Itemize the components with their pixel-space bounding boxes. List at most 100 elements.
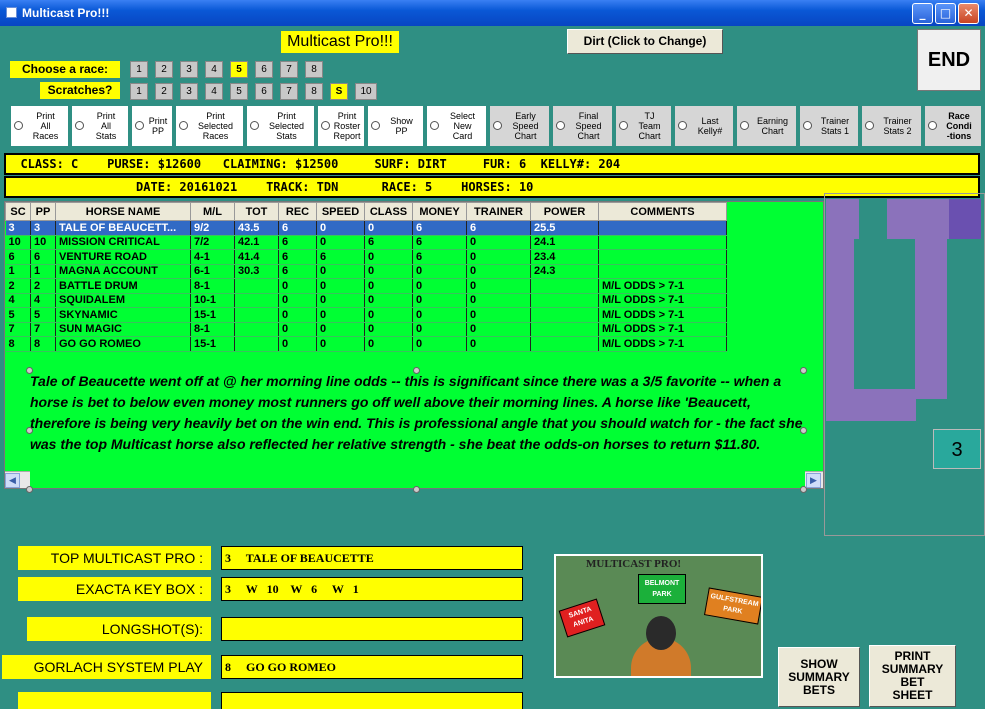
print-summary-bet-sheet-button[interactable]: PRINT SUMMARY BET SHEET [869, 645, 956, 707]
show-summary-bets-button[interactable]: SHOW SUMMARY BETS [778, 647, 860, 707]
option-12[interactable]: Earning Chart [737, 106, 796, 146]
option-5[interactable]: Print Roster Report [318, 106, 364, 146]
race-button-4[interactable]: 4 [205, 61, 223, 78]
resize-handle[interactable] [26, 427, 33, 434]
longshot-value[interactable] [221, 617, 523, 641]
table-row[interactable]: 1 1 MAGNA ACCOUNT 6-1 30.3 6 0 0 0 0 24.3 [5, 264, 727, 279]
option-15[interactable]: Race Condi -tions [925, 106, 981, 146]
option-1[interactable]: Print All Stats [72, 106, 128, 146]
radio-icon[interactable] [75, 121, 84, 130]
scratch-button-10[interactable]: 10 [355, 83, 377, 100]
resize-handle[interactable] [26, 367, 33, 374]
race-button-5[interactable]: 5 [230, 61, 248, 78]
radio-icon[interactable] [678, 121, 687, 130]
option-label: Print All Races [32, 111, 59, 141]
table-row[interactable]: 8 8 GO GO ROMEO 15-1 0 0 0 0 0 M/L ODDS > 7-1 [5, 336, 727, 352]
option-14[interactable]: Trainer Stats 2 [862, 106, 921, 146]
resize-handle[interactable] [413, 367, 420, 374]
gorlach-value[interactable]: 8 GO GO ROMEO [221, 655, 523, 679]
column-header-speed[interactable]: SPEED [316, 202, 365, 221]
top-multicast-value[interactable]: 3 TALE OF BEAUCETTE [221, 546, 523, 570]
radio-icon[interactable] [135, 121, 144, 130]
radio-icon[interactable] [556, 121, 565, 130]
column-header-horse-name[interactable]: HORSE NAME [55, 202, 191, 221]
column-header-class[interactable]: CLASS [364, 202, 413, 221]
radio-icon[interactable] [250, 121, 259, 130]
column-header-sc[interactable]: SC [5, 202, 31, 221]
race-button-8[interactable]: 8 [305, 61, 323, 78]
resize-handle[interactable] [26, 486, 33, 493]
scroll-right-icon[interactable]: ▶ [806, 473, 821, 488]
scratch-button-6[interactable]: 6 [255, 83, 273, 100]
option-2[interactable]: Print PP [132, 106, 172, 146]
scratch-button-1[interactable]: 1 [130, 83, 148, 100]
column-header-power[interactable]: POWER [530, 202, 599, 221]
table-row[interactable]: 4 4 SQUIDALEM 10-1 0 0 0 0 0 M/L ODDS > 7-1 [5, 293, 727, 308]
column-header-trainer[interactable]: TRAINER [466, 202, 531, 221]
scratch-button-S[interactable]: S [330, 83, 348, 100]
scratch-button-8[interactable]: 8 [305, 83, 323, 100]
race-button-3[interactable]: 3 [180, 61, 198, 78]
option-9[interactable]: Final Speed Chart [553, 106, 612, 146]
option-0[interactable]: Print All Races [11, 106, 68, 146]
radio-icon[interactable] [14, 121, 23, 130]
race-button-7[interactable]: 7 [280, 61, 298, 78]
table-cell: M/L ODDS > 7-1 [598, 293, 727, 308]
radio-icon[interactable] [321, 121, 330, 130]
choose-race-label: Choose a race: [10, 61, 120, 78]
race-button-2[interactable]: 2 [155, 61, 173, 78]
option-8[interactable]: Early Speed Chart [490, 106, 549, 146]
table-cell: 5 [30, 307, 56, 323]
radio-icon[interactable] [179, 121, 188, 130]
option-3[interactable]: Print Selected Races [176, 106, 243, 146]
scratch-button-4[interactable]: 4 [205, 83, 223, 100]
table-cell: 6 [278, 249, 317, 265]
option-4[interactable]: Print Selected Stats [247, 106, 314, 146]
resize-handle[interactable] [800, 367, 807, 374]
column-header-rec[interactable]: REC [278, 202, 317, 221]
column-header-tot[interactable]: TOT [234, 202, 279, 221]
radio-icon[interactable] [430, 121, 439, 130]
radio-icon[interactable] [371, 121, 380, 130]
maximize-icon[interactable]: □ [935, 3, 956, 24]
option-10[interactable]: TJ Team Chart [616, 106, 671, 146]
end-button[interactable]: END [917, 29, 981, 91]
table-row[interactable]: 6 6 VENTURE ROAD 4-1 41.4 6 6 0 6 0 23.4 [5, 249, 727, 265]
table-row[interactable]: 5 5 SKYNAMIC 15-1 0 0 0 0 0 M/L ODDS > 7-1 [5, 307, 727, 323]
radio-icon[interactable] [740, 121, 749, 130]
table-row[interactable]: 7 7 SUN MAGIC 8-1 0 0 0 0 0 M/L ODDS > 7-1 [5, 322, 727, 337]
scratch-button-2[interactable]: 2 [155, 83, 173, 100]
race-button-6[interactable]: 6 [255, 61, 273, 78]
table-row[interactable]: 3 3 TALE OF BEAUCETT... 9/2 43.5 6 0 0 6 6 25.5 [5, 220, 727, 236]
resize-handle[interactable] [800, 486, 807, 493]
extra-value[interactable] [221, 692, 523, 709]
radio-icon[interactable] [865, 121, 874, 130]
scratch-button-5[interactable]: 5 [230, 83, 248, 100]
column-header-comments[interactable]: COMMENTS [598, 202, 727, 221]
radio-icon[interactable] [619, 121, 628, 130]
column-header-m-l[interactable]: M/L [190, 202, 235, 221]
radio-icon[interactable] [493, 121, 502, 130]
minimize-icon[interactable]: _ [912, 3, 933, 24]
column-header-money[interactable]: MONEY [412, 202, 467, 221]
table-row[interactable]: 10 10 MISSION CRITICAL 7/2 42.1 6 0 6 6 0 24.1 [5, 235, 727, 250]
option-6[interactable]: Show PP [368, 106, 423, 146]
radio-icon[interactable] [928, 121, 937, 130]
scratch-button-3[interactable]: 3 [180, 83, 198, 100]
race-button-1[interactable]: 1 [130, 61, 148, 78]
table-cell: 6 [412, 249, 467, 265]
option-13[interactable]: Trainer Stats 1 [800, 106, 858, 146]
resize-handle[interactable] [413, 486, 420, 493]
radio-icon[interactable] [803, 121, 812, 130]
option-11[interactable]: Last Kelly# [675, 106, 733, 146]
scratch-button-7[interactable]: 7 [280, 83, 298, 100]
close-icon[interactable]: ✕ [958, 3, 979, 24]
scroll-left-icon[interactable]: ◀ [5, 473, 20, 488]
surface-toggle-button[interactable]: Dirt (Click to Change) [567, 29, 723, 54]
column-header-pp[interactable]: PP [30, 202, 56, 221]
table-cell: 6 [466, 220, 531, 236]
option-7[interactable]: Select New Card [427, 106, 486, 146]
table-row[interactable]: 2 2 BATTLE DRUM 8-1 0 0 0 0 0 M/L ODDS > 7-1 [5, 278, 727, 294]
resize-handle[interactable] [800, 427, 807, 434]
exacta-value[interactable]: 3 W 10 W 6 W 1 [221, 577, 523, 601]
